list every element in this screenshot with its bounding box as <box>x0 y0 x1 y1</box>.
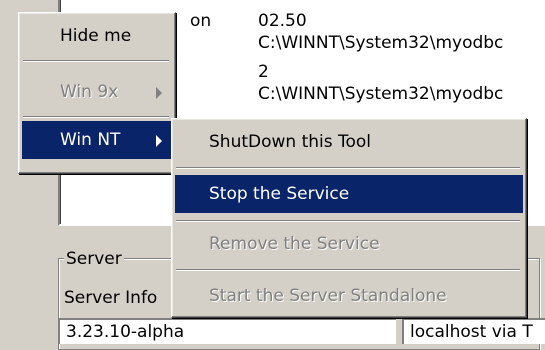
info-row-value: 02.50 <box>258 11 307 31</box>
tray-context-menu: Hide me Win 9x Win NT <box>18 12 176 174</box>
menu-item-hide-me[interactable]: Hide me <box>22 17 172 55</box>
menu-item-win-9x[interactable]: Win 9x <box>22 73 172 111</box>
win-nt-submenu: ShutDown this Tool Stop the Service Remo… <box>171 118 527 318</box>
info-row-value: C:\WINNT\System32\myodbc <box>258 33 504 53</box>
server-connection-field[interactable]: localhost via T <box>402 318 545 344</box>
menu-item-start-standalone[interactable]: Start the Server Standalone <box>175 277 523 315</box>
info-row-label: on <box>190 11 212 31</box>
menu-item-stop-service[interactable]: Stop the Service <box>175 175 523 213</box>
server-version-field[interactable]: 3.23.10-alpha <box>58 318 396 344</box>
menu-separator <box>176 220 520 222</box>
menu-item-label: Stop the Service <box>209 184 350 204</box>
info-row-value: C:\WINNT\System32\myodbc <box>258 84 504 104</box>
menu-item-label: Win NT <box>60 130 121 150</box>
menu-item-shutdown-tool[interactable]: ShutDown this Tool <box>175 123 523 161</box>
menu-item-win-nt[interactable]: Win NT <box>22 121 172 159</box>
menu-item-label: Remove the Service <box>209 234 380 254</box>
submenu-arrow-icon <box>156 87 162 99</box>
info-row-value: 2 <box>258 62 269 82</box>
server-info-label: Server Info <box>64 288 158 308</box>
menu-item-label: Hide me <box>60 26 132 46</box>
menu-separator <box>23 60 169 62</box>
server-group-label: Server <box>64 249 124 269</box>
menu-separator <box>176 269 520 271</box>
menu-separator <box>176 167 520 169</box>
submenu-arrow-icon <box>156 135 162 147</box>
menu-separator <box>23 116 169 118</box>
menu-item-label: Start the Server Standalone <box>209 286 447 306</box>
menu-item-remove-service[interactable]: Remove the Service <box>175 225 523 263</box>
menu-item-label: ShutDown this Tool <box>209 132 372 152</box>
menu-item-label: Win 9x <box>60 82 119 102</box>
